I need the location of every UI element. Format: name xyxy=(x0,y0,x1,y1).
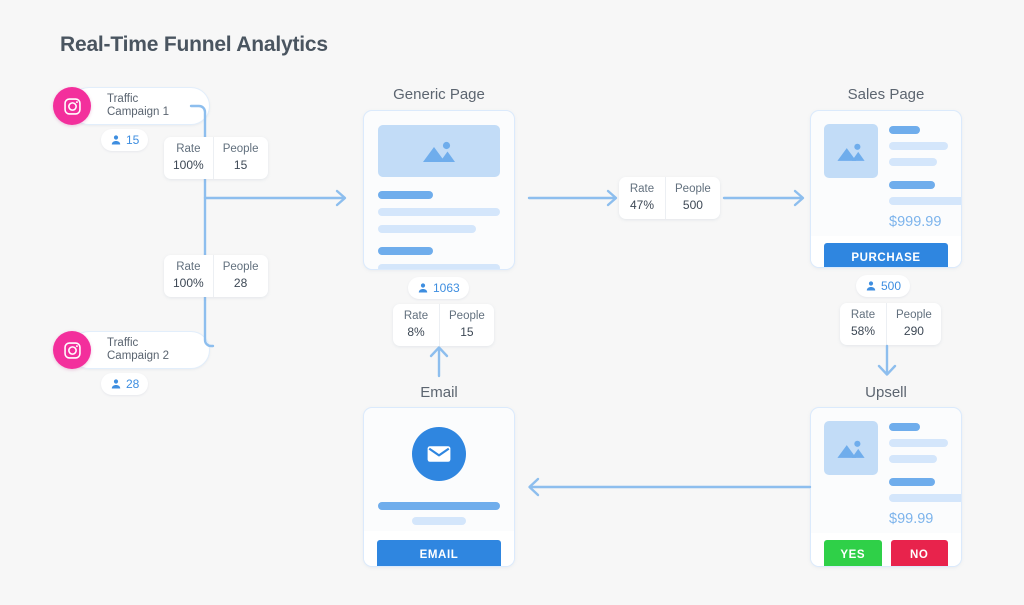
metric-rate-header: Rate xyxy=(850,309,876,321)
content-bar xyxy=(378,225,476,233)
generic-page-people-count: 1063 xyxy=(433,281,460,295)
image-placeholder-icon xyxy=(378,125,500,177)
connector-upsell-to-email xyxy=(528,477,812,497)
metric-people-value: 28 xyxy=(233,276,248,290)
content-bar xyxy=(889,158,938,166)
sales-product-row xyxy=(824,124,948,178)
upsell-price: $99.99 xyxy=(889,511,934,527)
content-bar xyxy=(378,247,433,255)
sales-page-caption: Sales Page xyxy=(847,86,925,103)
sales-page-people-count: 500 xyxy=(881,279,902,293)
content-bar xyxy=(889,478,935,486)
upsell-body: $99.99 xyxy=(811,408,961,533)
content-bar xyxy=(378,264,500,269)
metric-rate-value: 58% xyxy=(850,324,876,338)
metric-rate-header: Rate xyxy=(403,310,429,322)
generic-page-body xyxy=(364,111,514,269)
metric-people-header: People xyxy=(222,143,259,155)
person-icon xyxy=(418,283,428,293)
metric-people-value: 290 xyxy=(903,324,924,338)
upsell-product-bars xyxy=(889,421,948,475)
connector-generic-to-metric xyxy=(527,189,618,207)
metric-people-header: People xyxy=(222,261,259,273)
sales-page-price: $999.99 xyxy=(889,214,942,230)
email-button[interactable]: EMAIL xyxy=(377,540,501,566)
content-bar xyxy=(889,494,961,502)
metric-rate-header: Rate xyxy=(176,261,201,273)
sales-page-footer: PURCHASE xyxy=(811,236,961,267)
connector-email-to-generic xyxy=(429,346,449,378)
connector-sales-to-upsell xyxy=(877,344,897,376)
upsell-product-row xyxy=(824,421,948,475)
purchase-button[interactable]: PURCHASE xyxy=(824,243,948,267)
metric-rate-cell: Rate 58% xyxy=(840,303,886,345)
upsell-caption: Upsell xyxy=(865,384,907,401)
content-bar xyxy=(889,181,935,189)
funnel-diagram-canvas: Real-Time Funnel Analytics Traffic Campa… xyxy=(0,0,1024,605)
content-bar xyxy=(412,517,466,525)
generic-page-caption: Generic Page xyxy=(393,86,485,103)
metric-campaign1-to-generic: Rate 100% People 15 xyxy=(164,137,268,179)
email-card-footer: EMAIL xyxy=(364,531,514,566)
metric-sales-to-upsell: Rate 58% People 290 xyxy=(840,303,941,345)
email-caption: Email xyxy=(420,384,458,401)
metric-rate-cell: Rate 100% xyxy=(164,255,213,297)
metric-people-cell: People 15 xyxy=(439,304,494,346)
generic-page-people-badge: 1063 xyxy=(408,277,469,299)
email-card-body xyxy=(364,408,514,531)
metric-people-header: People xyxy=(449,310,485,322)
metric-people-cell: People 290 xyxy=(886,303,941,345)
metric-email-to-generic: Rate 8% People 15 xyxy=(393,304,494,346)
metric-generic-to-sales: Rate 47% People 500 xyxy=(619,177,720,219)
content-bar xyxy=(889,126,920,134)
metric-rate-cell: Rate 100% xyxy=(164,137,213,179)
sales-page-card[interactable]: $999.99 PURCHASE xyxy=(810,110,962,268)
email-card[interactable]: EMAIL xyxy=(363,407,515,567)
metric-rate-header: Rate xyxy=(176,143,201,155)
content-bar xyxy=(378,191,433,199)
metric-rate-header: Rate xyxy=(629,183,655,195)
upsell-yes-button[interactable]: YES xyxy=(824,540,882,566)
metric-people-value: 15 xyxy=(233,158,248,172)
metric-people-cell: People 15 xyxy=(212,137,268,179)
upsell-no-button[interactable]: NO xyxy=(890,540,948,566)
image-placeholder-icon xyxy=(824,124,878,178)
metric-people-header: People xyxy=(896,309,932,321)
metric-people-header: People xyxy=(675,183,711,195)
content-bar xyxy=(889,455,938,463)
envelope-icon xyxy=(412,427,466,481)
metric-people-cell: People 500 xyxy=(665,177,720,219)
connector-metric-to-sales xyxy=(722,189,805,207)
sales-page-body: $999.99 xyxy=(811,111,961,236)
sales-product-bars xyxy=(889,124,948,178)
content-bar xyxy=(889,423,920,431)
upsell-card[interactable]: $99.99 YES NO xyxy=(810,407,962,567)
metric-rate-value: 47% xyxy=(629,198,655,212)
metric-people-value: 15 xyxy=(460,325,474,339)
content-bar xyxy=(889,439,948,447)
metric-rate-value: 100% xyxy=(173,158,204,172)
upsell-footer: YES NO xyxy=(811,533,961,566)
metric-rate-value: 8% xyxy=(407,325,425,339)
metric-rate-cell: Rate 8% xyxy=(393,304,439,346)
generic-page-card[interactable] xyxy=(363,110,515,270)
person-icon xyxy=(866,281,876,291)
metric-rate-cell: Rate 47% xyxy=(619,177,665,219)
metric-rate-value: 100% xyxy=(173,276,204,290)
content-bar xyxy=(889,197,961,205)
metric-people-value: 500 xyxy=(682,198,703,212)
image-placeholder-icon xyxy=(824,421,878,475)
content-bar xyxy=(889,142,948,150)
content-bar xyxy=(378,208,500,216)
metric-campaign2-to-generic: Rate 100% People 28 xyxy=(164,255,268,297)
metric-people-cell: People 28 xyxy=(212,255,268,297)
content-bar xyxy=(378,502,500,510)
sales-page-people-badge: 500 xyxy=(856,275,911,297)
